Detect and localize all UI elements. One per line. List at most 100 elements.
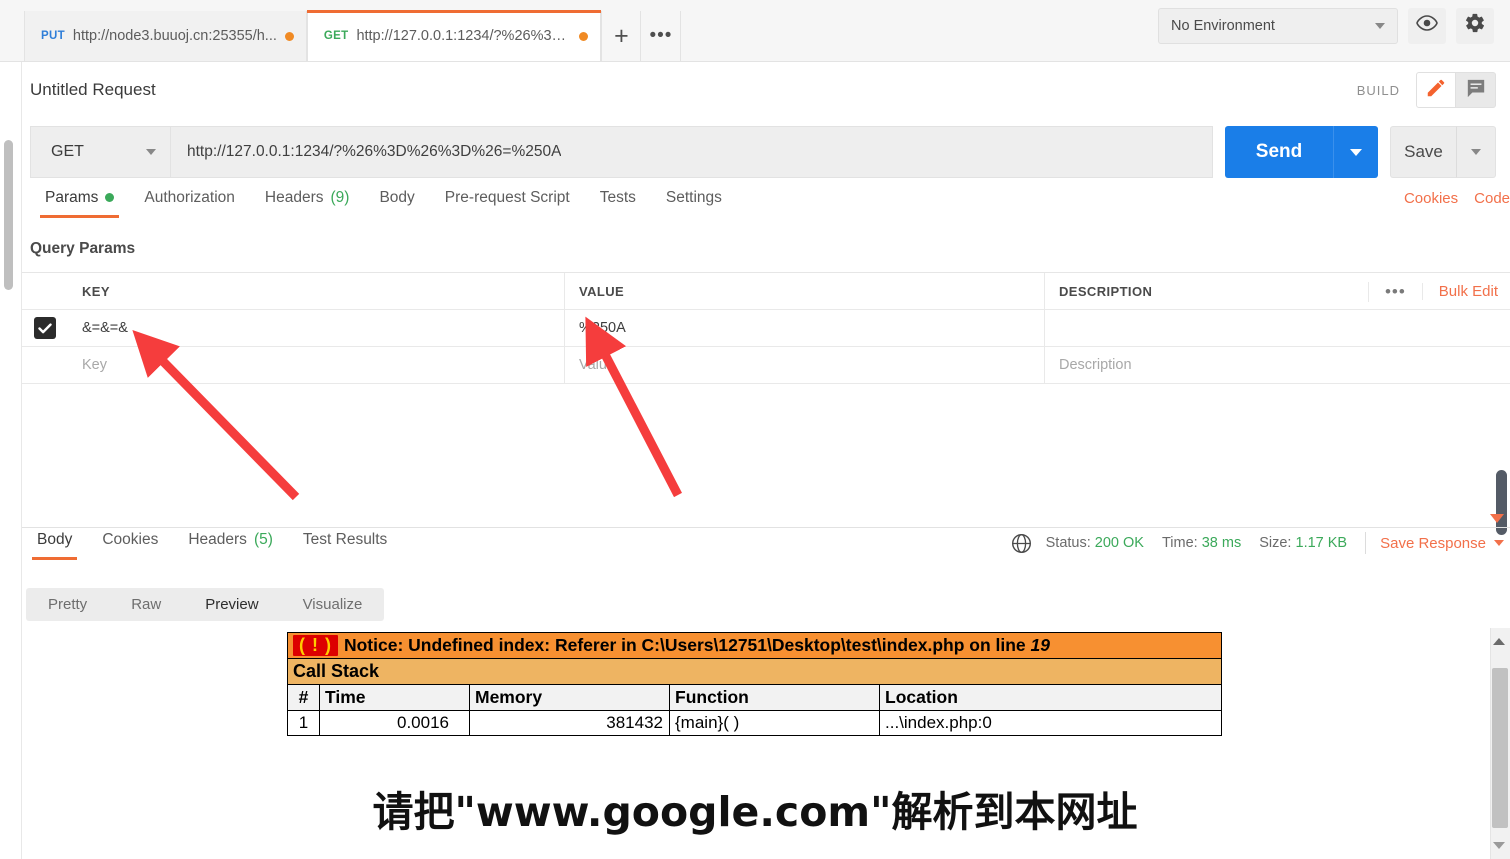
settings-button[interactable] [1456, 7, 1494, 44]
params-present-dot [105, 193, 115, 203]
tab-options-button[interactable]: ••• [641, 11, 682, 61]
tab-label: Cookies [102, 531, 159, 548]
status-badge: Status: 200 OK [1046, 535, 1144, 551]
php-notice-text: Notice: Undefined index: Referer in C:\U… [343, 635, 1026, 655]
request-pane-scrollbar[interactable] [1496, 470, 1507, 535]
environment-area: No Environment [1158, 0, 1510, 61]
time-badge: Time: 38 ms [1162, 535, 1241, 551]
cell-time: 0.0016 [319, 710, 470, 736]
query-params-title: Query Params [30, 240, 136, 257]
page-title: Untitled Request [30, 80, 156, 99]
tab-label: Headers [264, 189, 324, 206]
view-mode-pretty[interactable]: Pretty [26, 588, 109, 621]
response-scrollbar-thumb[interactable] [1492, 668, 1508, 828]
table-row: &=&=& %250A [22, 310, 1510, 347]
response-meta: Status: 200 OK Time: 38 ms Size: 1.17 KB… [1011, 532, 1510, 554]
tab-label: Params [45, 189, 99, 206]
url-input[interactable]: http://127.0.0.1:1234/?%26%3D%26%3D%26=%… [170, 126, 1213, 178]
view-mode-raw[interactable]: Raw [109, 588, 183, 621]
row-checkbox-cell [22, 310, 68, 346]
table-more-options-button[interactable]: ••• [1367, 281, 1422, 302]
response-tab-headers[interactable]: Headers (5) [173, 532, 288, 560]
params-empty-area [22, 384, 1510, 518]
table-header-actions: ••• Bulk Edit [1367, 273, 1510, 310]
edit-request-button[interactable] [1416, 72, 1456, 108]
tab-url-label: http://node3.buuoj.cn:25355/h... [72, 28, 277, 44]
request-tab-links: Cookies Code [1404, 190, 1510, 207]
http-method-selector[interactable]: GET [30, 126, 170, 178]
environment-selector[interactable]: No Environment [1158, 7, 1398, 44]
col-header-function: Function [669, 684, 880, 711]
code-link[interactable]: Code [1474, 190, 1510, 207]
tab-label: Settings [665, 189, 722, 206]
send-options-button[interactable] [1333, 126, 1378, 178]
tab-label: Body [37, 531, 73, 548]
php-notice-cell: ( ! ) Notice: Undefined index: Referer in… [287, 632, 1222, 659]
build-label: BUILD [1356, 82, 1400, 98]
comment-icon [1465, 78, 1487, 103]
response-tab-body[interactable]: Body [22, 532, 87, 560]
view-mode-preview[interactable]: Preview [183, 588, 280, 621]
request-tabs-list: PUT http://node3.buuoj.cn:25355/h... GET… [0, 0, 682, 61]
url-input-value: http://127.0.0.1:1234/?%26%3D%26%3D%26=%… [187, 143, 562, 160]
call-stack-row: 1 0.0016 381432 {main}( ) ...\index.php:… [287, 710, 1222, 736]
save-response-button[interactable]: Save Response [1380, 535, 1504, 552]
globe-icon[interactable] [1011, 533, 1032, 554]
url-bar: GET http://127.0.0.1:1234/?%26%3D%26%3D%… [22, 126, 1510, 178]
tab-settings[interactable]: Settings [651, 190, 737, 218]
bulk-edit-button[interactable]: Bulk Edit [1421, 283, 1510, 300]
request-tab-2[interactable]: GET http://127.0.0.1:1234/?%26%3D... [306, 10, 602, 61]
header-checkbox-cell [22, 273, 68, 309]
tab-tests[interactable]: Tests [585, 190, 651, 218]
time-label: Time: [1161, 535, 1198, 551]
sidebar-rail [0, 62, 22, 859]
chevron-down-icon [1350, 148, 1362, 156]
table-row-empty: Key Value Description [22, 347, 1510, 384]
tab-badge: (9) [330, 189, 350, 206]
tab-label: Test Results [302, 531, 388, 548]
column-header-value: VALUE [579, 283, 625, 299]
pane-resize-caret-icon[interactable] [1490, 514, 1504, 523]
environment-quick-look-button[interactable] [1408, 7, 1446, 44]
cell-location: ...\index.php:0 [879, 710, 1222, 736]
pencil-icon [1425, 77, 1447, 104]
param-description-input[interactable] [1045, 310, 1510, 346]
tab-params[interactable]: Params [30, 190, 129, 218]
new-param-key-input[interactable]: Key [68, 347, 565, 383]
tab-authorization[interactable]: Authorization [129, 190, 249, 218]
cookies-link[interactable]: Cookies [1404, 190, 1458, 207]
row-enabled-checkbox[interactable] [34, 317, 56, 339]
cell-memory: 381432 [469, 710, 670, 736]
tab-headers[interactable]: Headers (9) [250, 190, 365, 218]
request-tab-1[interactable]: PUT http://node3.buuoj.cn:25355/h... [24, 11, 307, 61]
response-tab-test-results[interactable]: Test Results [288, 532, 402, 560]
size-label: Size: [1259, 535, 1292, 551]
tab-body[interactable]: Body [364, 190, 429, 218]
send-button[interactable]: Send [1225, 126, 1333, 178]
new-param-value-input[interactable]: Value [565, 347, 1045, 383]
new-param-description-input[interactable]: Description [1045, 347, 1510, 383]
scroll-down-icon[interactable] [1493, 842, 1505, 849]
query-params-table: KEY VALUE DESCRIPTION ••• Bulk Edit &=&=… [22, 272, 1510, 518]
sidebar-scrollbar[interactable] [4, 140, 13, 290]
view-mode-visualize[interactable]: Visualize [281, 588, 385, 621]
warning-icon: ( ! ) [293, 635, 338, 656]
comments-button[interactable] [1456, 72, 1496, 108]
tab-url-label: http://127.0.0.1:1234/?%26%3D... [356, 28, 572, 44]
scroll-up-icon[interactable] [1493, 638, 1505, 645]
param-key-input[interactable]: &=&=& [68, 310, 565, 346]
save-request-button[interactable]: Save [1390, 126, 1456, 178]
environment-selector-label: No Environment [1171, 17, 1275, 34]
new-tab-button[interactable]: + [601, 11, 642, 61]
php-notice-row: ( ! ) Notice: Undefined index: Referer in… [287, 632, 1222, 659]
response-tab-cookies[interactable]: Cookies [87, 532, 173, 560]
tab-pre-request-script[interactable]: Pre-request Script [430, 190, 585, 218]
param-value-input[interactable]: %250A [565, 310, 1045, 346]
tab-method-label: GET [323, 30, 349, 42]
request-header-actions: BUILD [1357, 72, 1510, 108]
save-options-button[interactable] [1456, 126, 1496, 178]
php-notice-table: ( ! ) Notice: Undefined index: Referer in… [287, 632, 1222, 736]
response-section-tabs: Body Cookies Headers (5) Test Results St… [22, 532, 1510, 574]
save-response-label: Save Response [1380, 534, 1486, 552]
cell-function: {main}( ) [669, 710, 880, 736]
